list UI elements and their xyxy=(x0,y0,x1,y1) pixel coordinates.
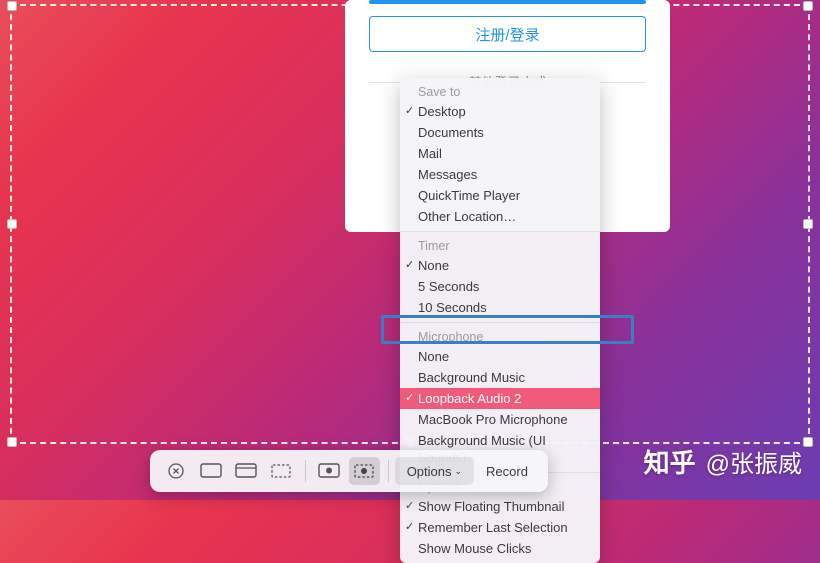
window-icon xyxy=(235,463,257,479)
section-save-to: Save to xyxy=(400,82,600,101)
menu-separator xyxy=(400,231,600,232)
options-label: Options xyxy=(407,464,452,479)
resize-handle-r[interactable] xyxy=(803,219,813,229)
resize-handle-bl[interactable] xyxy=(7,437,17,447)
capture-entire-screen-button[interactable] xyxy=(195,457,226,485)
record-selection-button[interactable] xyxy=(349,457,380,485)
save-to-desktop[interactable]: Desktop xyxy=(400,101,600,122)
zhihu-logo-text: 知乎 xyxy=(644,443,696,480)
toolbar-separator xyxy=(388,460,389,482)
opt-mouse-clicks[interactable]: Show Mouse Clicks xyxy=(400,538,600,559)
save-to-mail[interactable]: Mail xyxy=(400,143,600,164)
mic-macbook[interactable]: MacBook Pro Microphone xyxy=(400,409,600,430)
resize-handle-tl[interactable] xyxy=(7,1,17,11)
section-timer: Timer xyxy=(400,236,600,255)
resize-handle-tr[interactable] xyxy=(803,1,813,11)
section-microphone: Microphone xyxy=(400,327,600,346)
author-handle: @张振威 xyxy=(706,444,802,479)
close-button[interactable] xyxy=(160,457,191,485)
record-screen-icon xyxy=(318,463,340,479)
mic-loopback-2[interactable]: Loopback Audio 2 xyxy=(400,388,600,409)
mic-none[interactable]: None xyxy=(400,346,600,367)
save-to-documents[interactable]: Documents xyxy=(400,122,600,143)
timer-10s[interactable]: 10 Seconds xyxy=(400,297,600,318)
mic-bg-music[interactable]: Background Music xyxy=(400,367,600,388)
timer-5s[interactable]: 5 Seconds xyxy=(400,276,600,297)
screen-icon xyxy=(200,463,222,479)
opt-floating-thumb[interactable]: Show Floating Thumbnail xyxy=(400,496,600,517)
menu-separator xyxy=(400,322,600,323)
opt-remember-selection[interactable]: Remember Last Selection xyxy=(400,517,600,538)
capture-window-button[interactable] xyxy=(230,457,261,485)
timer-none[interactable]: None xyxy=(400,255,600,276)
save-to-quicktime[interactable]: QuickTime Player xyxy=(400,185,600,206)
screenshot-toolbar: Options ⌄ Record xyxy=(150,450,548,492)
resize-handle-l[interactable] xyxy=(7,219,17,229)
resize-handle-br[interactable] xyxy=(803,437,813,447)
save-to-messages[interactable]: Messages xyxy=(400,164,600,185)
close-icon xyxy=(168,463,184,479)
watermark: 知乎 @张振威 xyxy=(644,443,802,480)
save-to-other[interactable]: Other Location… xyxy=(400,206,600,227)
record-entire-screen-button[interactable] xyxy=(313,457,344,485)
toolbar-separator xyxy=(305,460,306,482)
options-button[interactable]: Options ⌄ xyxy=(395,457,474,485)
chevron-down-icon: ⌄ xyxy=(455,466,463,477)
progress-bar xyxy=(369,0,646,4)
selection-icon xyxy=(270,463,292,479)
record-button[interactable]: Record xyxy=(474,457,540,485)
login-register-button[interactable]: 注册/登录 xyxy=(369,16,646,52)
record-selection-icon xyxy=(353,463,375,479)
capture-selection-button[interactable] xyxy=(265,457,296,485)
